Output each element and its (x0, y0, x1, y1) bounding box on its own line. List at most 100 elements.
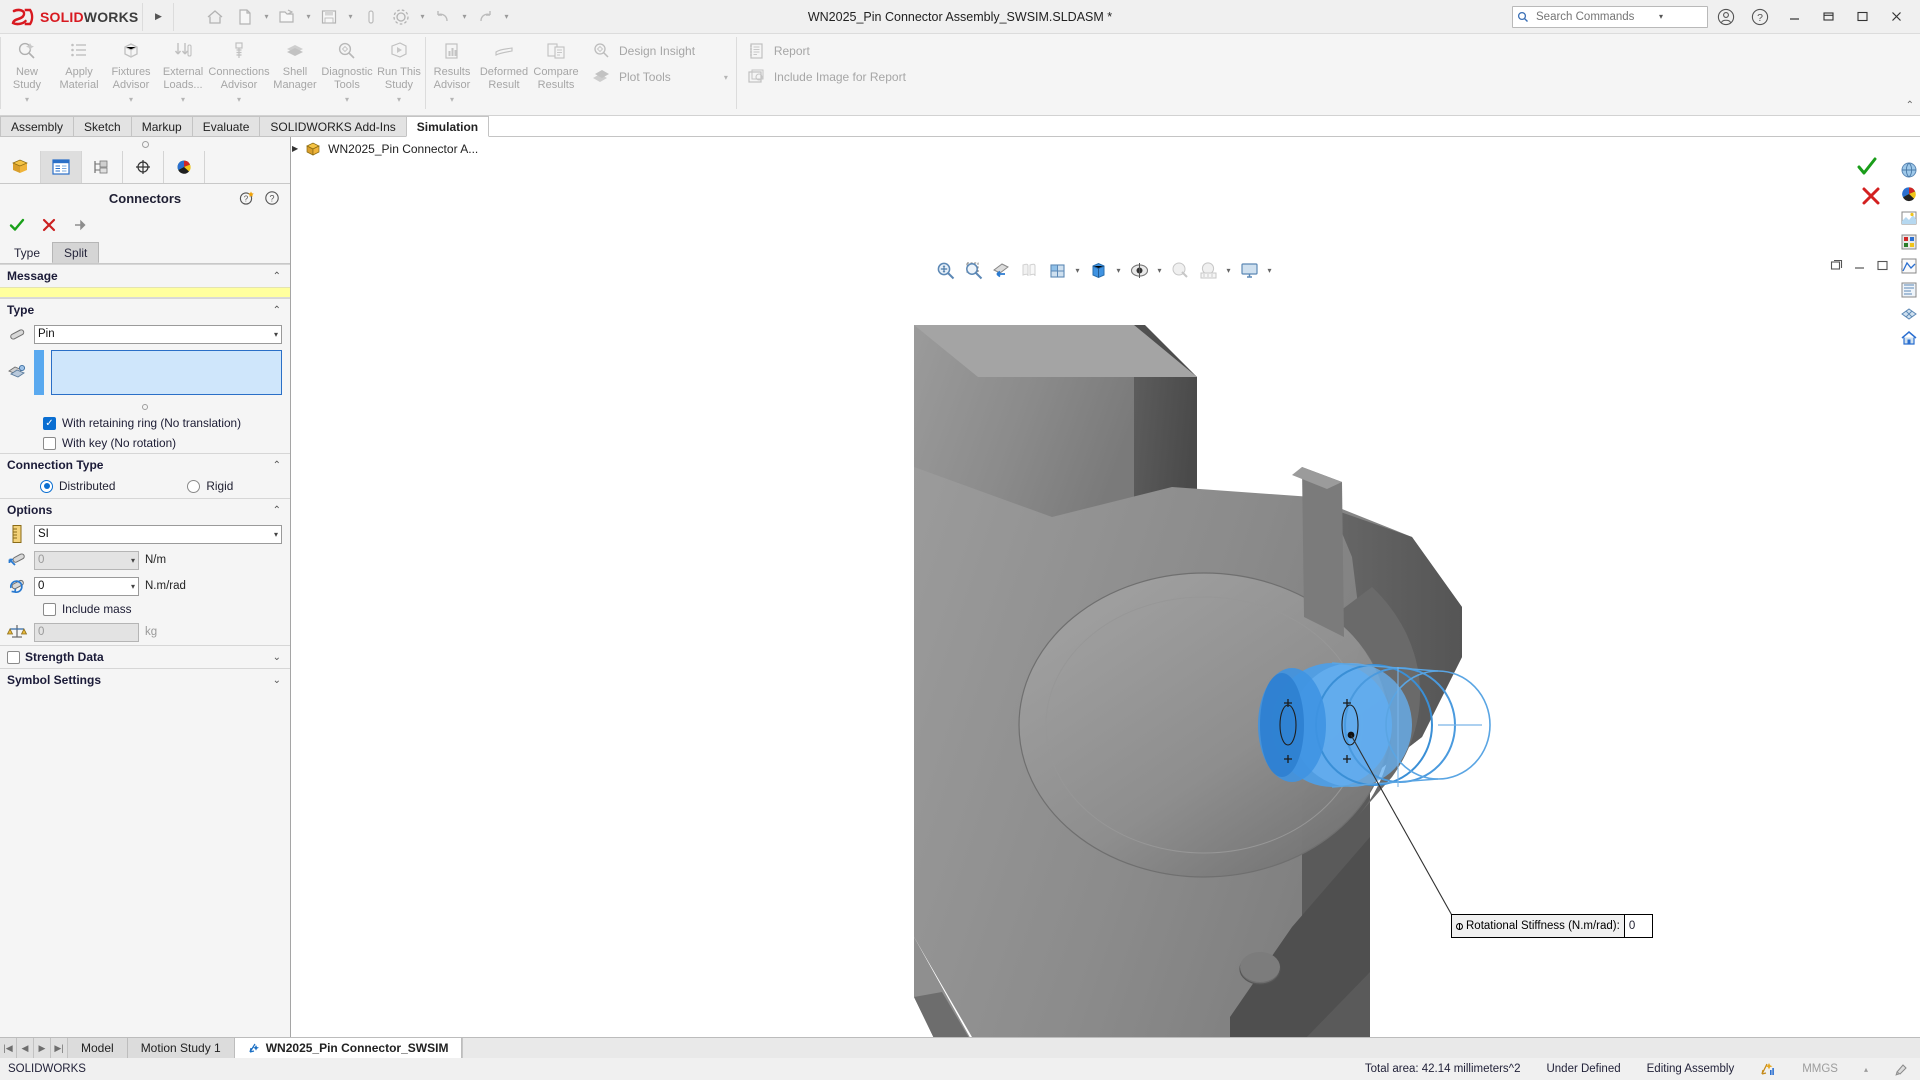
rotational-stiffness-callout[interactable]: Rotational Stiffness (N.m/rad): 0 (1451, 914, 1653, 938)
ribbon-run-this-study[interactable]: Run ThisStudy ▾ (373, 34, 425, 104)
status-rebuild-icon[interactable] (1760, 1061, 1776, 1077)
home-icon[interactable] (200, 2, 230, 32)
open-icon[interactable] (272, 2, 302, 32)
maximize-button[interactable] (1846, 2, 1878, 32)
hide-show-dropdown-caret[interactable]: ▾ (1154, 257, 1165, 283)
confirm-cancel-icon[interactable] (1860, 185, 1882, 207)
symbol-settings-header[interactable]: Symbol Settings ⌄ (0, 669, 290, 691)
decals-icon[interactable] (1900, 232, 1919, 251)
connection-type-header[interactable]: Connection Type ⌃ (0, 454, 290, 476)
chevron-up-icon[interactable]: ⌃ (273, 460, 281, 471)
chevron-down-icon[interactable]: ⌄ (273, 652, 281, 663)
restore-down-icon[interactable] (1830, 259, 1843, 272)
cancel-x-icon[interactable] (41, 217, 57, 233)
chevron-down-icon[interactable]: ▾ (131, 582, 135, 591)
dropdown-caret[interactable]: ▾ (237, 95, 241, 104)
help-icon[interactable]: ? (264, 190, 280, 206)
graphics-viewport[interactable]: ▾ ▾ ▾ ▾ ▾ (292, 137, 1920, 1049)
tab-simulation[interactable]: Simulation (406, 116, 489, 137)
ribbon-collapse-caret[interactable]: ⌃ (1906, 100, 1914, 111)
tab-model[interactable]: Model (68, 1038, 128, 1058)
strength-data-checkbox[interactable] (7, 651, 20, 664)
help-icon[interactable]: ? (1744, 2, 1776, 32)
open-dropdown-caret[interactable]: ▾ (302, 2, 314, 32)
tab-assembly[interactable]: Assembly (0, 116, 74, 137)
tree-expand-triangle-icon[interactable]: ▶ (292, 144, 298, 153)
connector-type-select[interactable]: Pin ▾ (34, 325, 282, 344)
ribbon-results-advisor[interactable]: ResultsAdvisor ▾ (426, 34, 478, 104)
hide-show-items-icon[interactable] (1126, 257, 1152, 283)
options-header[interactable]: Options ⌃ (0, 499, 290, 521)
chevron-down-icon[interactable]: ▾ (274, 330, 278, 339)
ribbon-connections-advisor[interactable]: ConnectionsAdvisor ▾ (209, 34, 269, 104)
with-key-checkbox[interactable] (43, 437, 56, 450)
ribbon-deformed-result[interactable]: DeformedResult (478, 34, 530, 91)
print-icon[interactable] (356, 2, 386, 32)
help-whats-new-icon[interactable]: ? (239, 190, 255, 206)
tab-markup[interactable]: Markup (131, 116, 193, 137)
view-orientation-flat-icon[interactable] (1016, 257, 1042, 283)
ribbon-include-image-for-report[interactable]: Include Image for Report (737, 64, 914, 90)
restore-button[interactable] (1812, 2, 1844, 32)
chevron-up-icon[interactable]: ⌃ (273, 271, 281, 282)
tab-motion-study-1[interactable]: Motion Study 1 (128, 1038, 235, 1058)
status-units-caret[interactable]: ▴ (1864, 1065, 1868, 1074)
tab-evaluate[interactable]: Evaluate (192, 116, 261, 137)
maximize-icon[interactable] (1876, 259, 1889, 272)
display-style-icon[interactable] (1085, 257, 1111, 283)
dropdown-caret[interactable]: ▾ (397, 95, 401, 104)
display-style-dropdown-caret[interactable]: ▾ (1113, 257, 1124, 283)
user-account-icon[interactable] (1710, 2, 1742, 32)
zoom-to-area-icon[interactable] (960, 257, 986, 283)
tab-solidworks-addins[interactable]: SOLIDWORKS Add-Ins (259, 116, 406, 137)
section-view-icon[interactable] (988, 257, 1014, 283)
menu-expand-arrow[interactable]: ▶ (147, 0, 169, 34)
strength-data-header[interactable]: Strength Data ⌄ (0, 646, 290, 668)
nav-first-button[interactable]: |◀ (0, 1038, 17, 1058)
ribbon-compare-results[interactable]: CompareResults (530, 34, 582, 91)
apply-scene-dropdown-caret[interactable]: ▾ (1223, 257, 1234, 283)
assembly-root-label[interactable]: WN2025_Pin Connector A... (328, 142, 478, 156)
status-units[interactable]: MMGS (1802, 1063, 1838, 1075)
sub-tab-split[interactable]: Split (52, 242, 99, 263)
units-select[interactable]: SI ▾ (34, 525, 282, 544)
search-input[interactable] (1534, 10, 1654, 24)
scenes-icon[interactable] (1900, 208, 1919, 227)
edit-appearance-icon[interactable] (1167, 257, 1193, 283)
view-orientation-globe-icon[interactable] (1900, 160, 1919, 179)
appearances-icon[interactable] (1900, 184, 1919, 203)
ribbon-fixtures-advisor[interactable]: FixturesAdvisor ▾ (105, 34, 157, 104)
accept-check-icon[interactable] (9, 217, 25, 233)
property-manager-tab[interactable] (41, 151, 82, 183)
nav-prev-button[interactable]: ◀ (17, 1038, 34, 1058)
confirm-accept-icon[interactable] (1856, 155, 1878, 177)
sub-tab-type[interactable]: Type (2, 242, 52, 263)
pin-icon[interactable] (73, 217, 89, 233)
plot-tools-dropdown-caret[interactable]: ▾ (724, 73, 728, 82)
include-mass-checkbox-row[interactable]: Include mass (0, 599, 290, 619)
undo-icon[interactable] (428, 2, 458, 32)
chevron-down-icon[interactable]: ▾ (274, 530, 278, 539)
selection-listbox[interactable] (51, 350, 282, 395)
dropdown-caret[interactable]: ▾ (25, 95, 29, 104)
save-icon[interactable] (314, 2, 344, 32)
ribbon-diagnostic-tools[interactable]: DiagnosticTools ▾ (321, 34, 373, 104)
type-section-header[interactable]: Type ⌃ (0, 299, 290, 321)
display-manager-tab[interactable] (164, 151, 205, 183)
undo-dropdown-caret[interactable]: ▾ (458, 2, 470, 32)
ribbon-external-loads[interactable]: ExternalLoads... ▾ (157, 34, 209, 104)
minimize-icon[interactable] (1853, 259, 1866, 272)
ribbon-shell-manager[interactable]: ShellManager (269, 34, 321, 91)
message-section-header[interactable]: Message ⌃ (0, 265, 290, 287)
lights-icon[interactable] (1900, 256, 1919, 275)
nav-last-button[interactable]: ▶| (51, 1038, 68, 1058)
include-mass-checkbox[interactable] (43, 603, 56, 616)
panel-grip-handle[interactable] (0, 137, 290, 151)
axial-stiffness-input[interactable]: 0 ▾ (34, 551, 139, 570)
with-retaining-ring-checkbox[interactable]: ✓ (43, 417, 56, 430)
search-dropdown-caret[interactable]: ▾ (1659, 12, 1663, 21)
ribbon-apply-material[interactable]: ApplyMaterial (53, 34, 105, 91)
with-retaining-ring-checkbox-row[interactable]: ✓ With retaining ring (No translation) (0, 413, 290, 433)
view-orientation-dropdown-caret[interactable]: ▾ (1072, 257, 1083, 283)
save-dropdown-caret[interactable]: ▾ (344, 2, 356, 32)
